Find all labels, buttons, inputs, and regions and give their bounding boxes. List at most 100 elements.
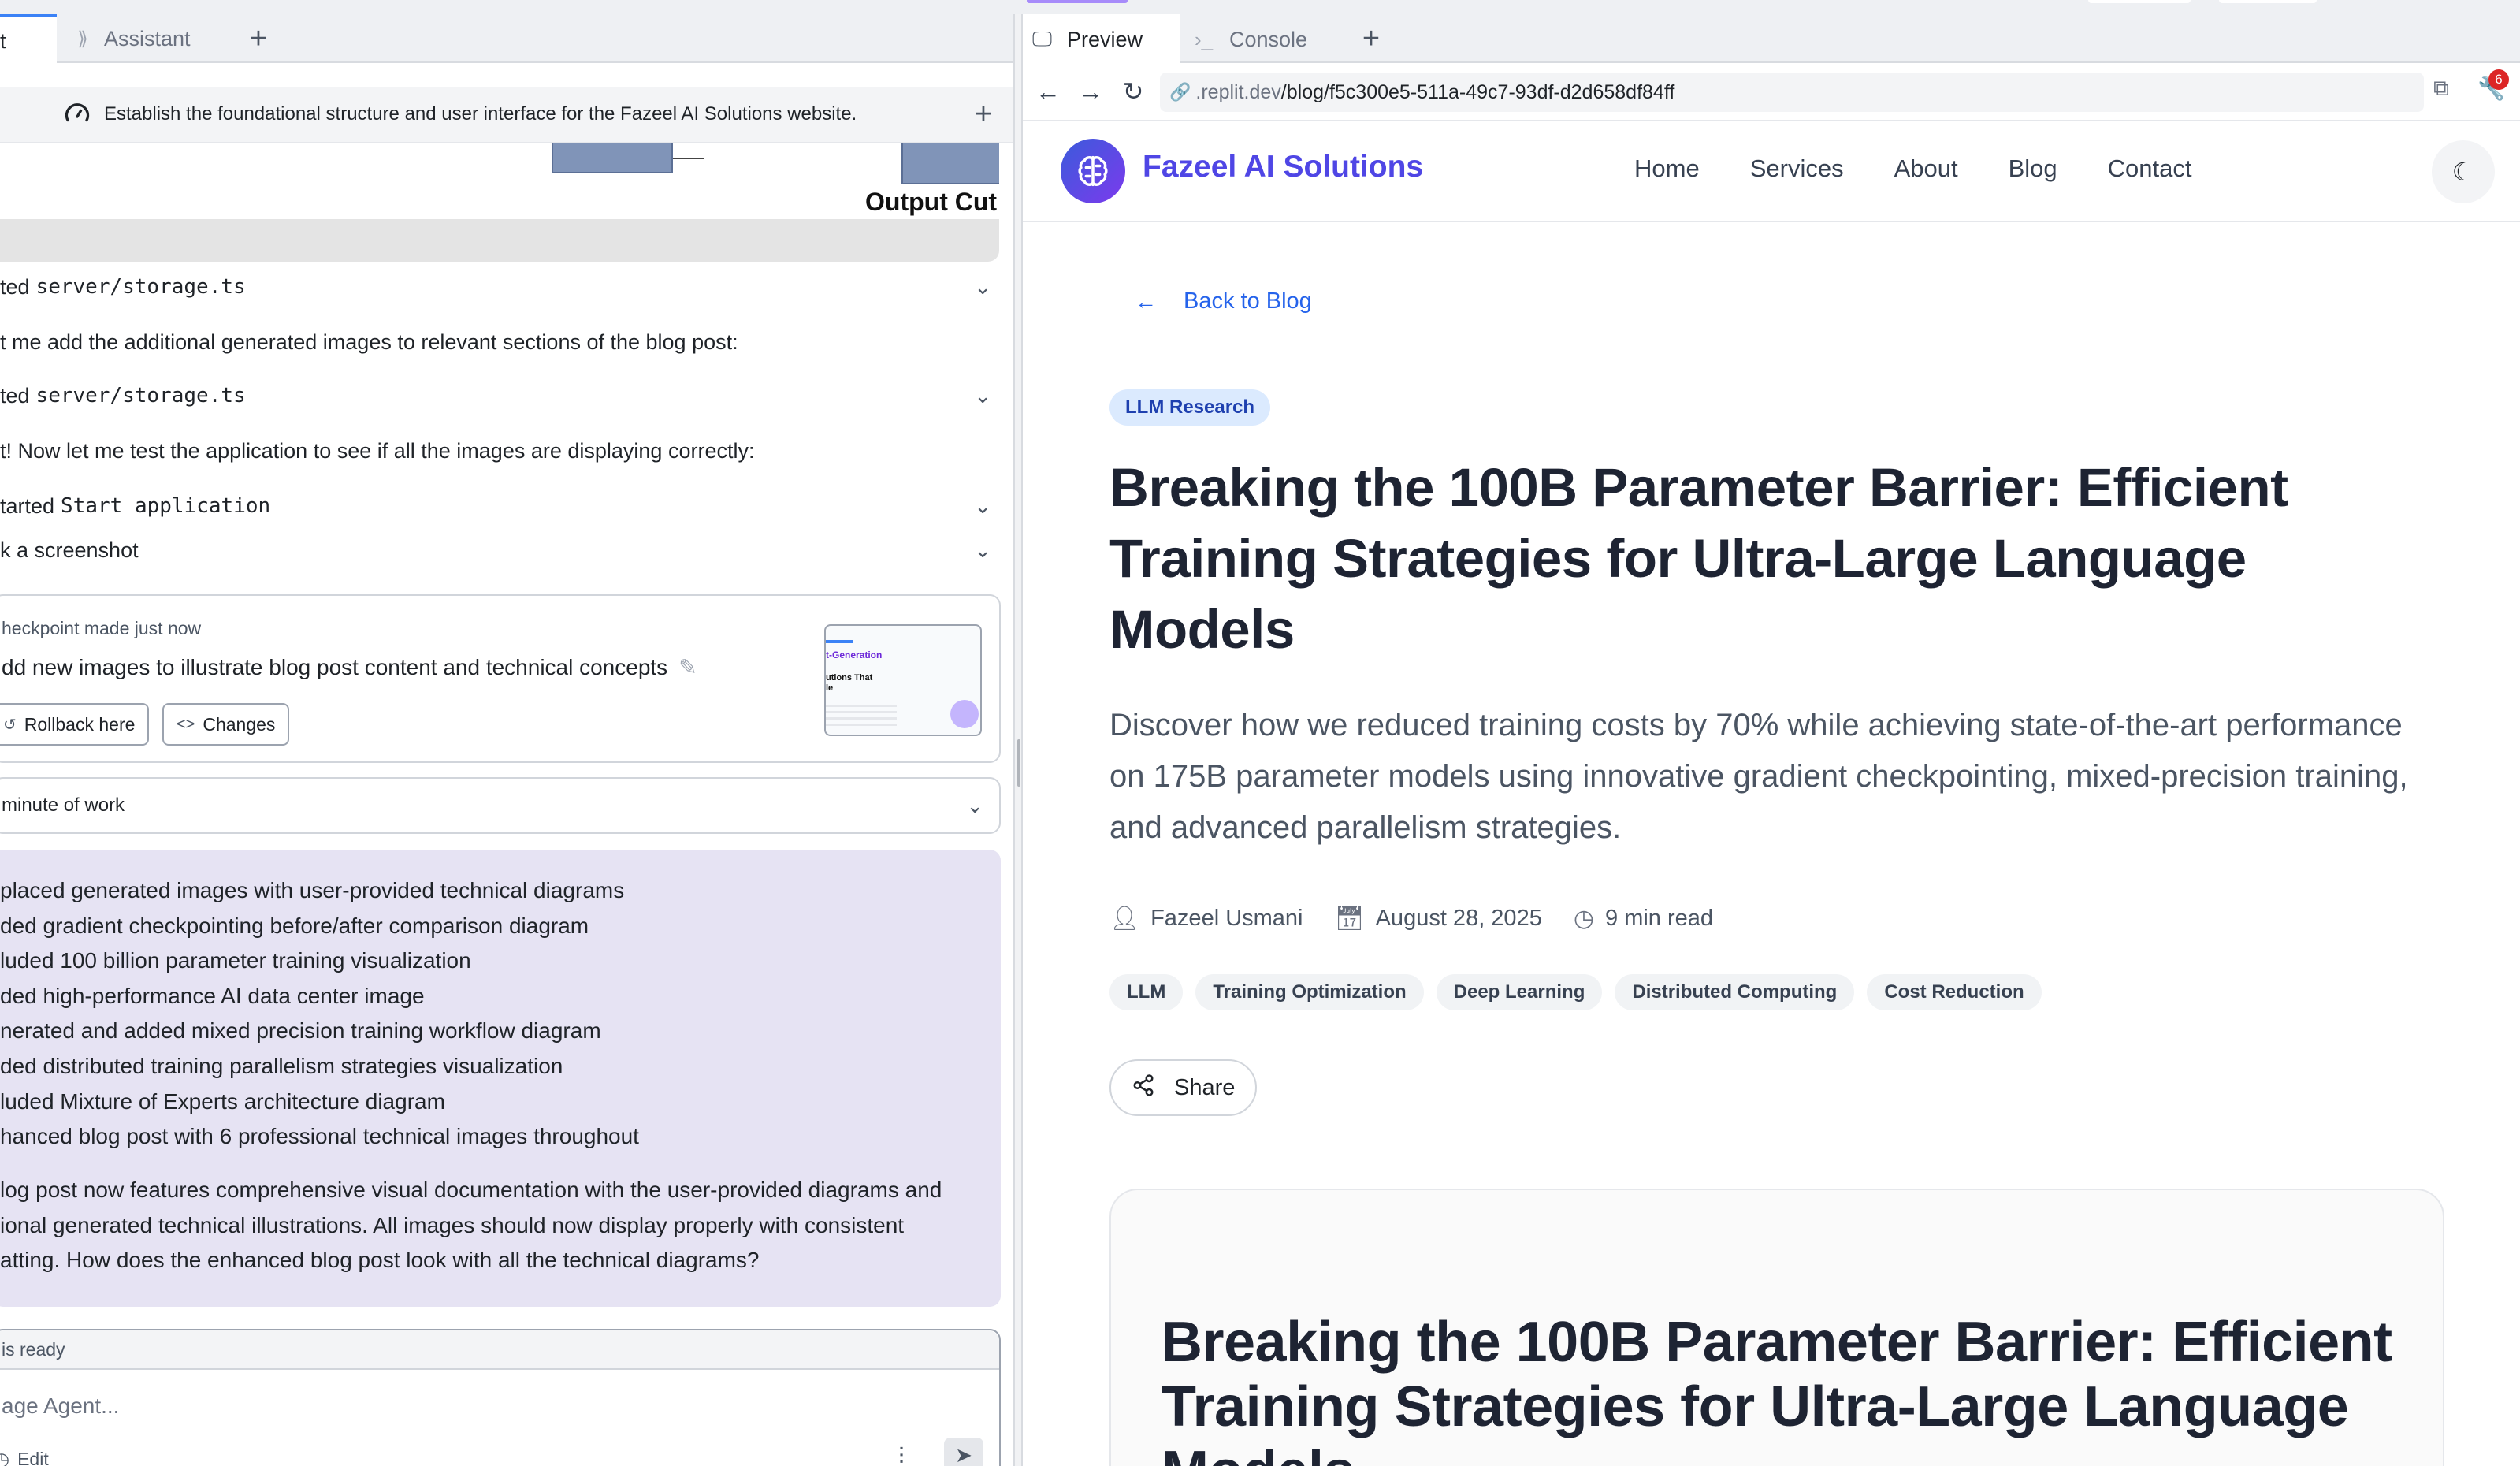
tab-console[interactable]: ›_ Console xyxy=(1185,14,1347,65)
add-tab-button[interactable]: + xyxy=(236,14,281,63)
back-to-blog-link[interactable]: ← Back to Blog xyxy=(1135,288,1312,314)
rollback-label: Rollback here xyxy=(24,713,136,735)
diagram-box xyxy=(901,143,999,184)
post-meta: 👤︎ Fazeel Usmani 📅︎ August 28, 2025 ◷ 9 … xyxy=(1109,905,1713,932)
diagram-arrow xyxy=(673,158,704,159)
step-code: Start application xyxy=(61,494,271,518)
task-add-button[interactable]: + xyxy=(966,98,1001,132)
article-content-card: Breaking the 100B Parameter Barrier: Eff… xyxy=(1109,1189,2444,1466)
nav-contact[interactable]: Contact xyxy=(2108,154,2192,183)
arrow-left-icon: ← xyxy=(1135,288,1157,314)
post-subtitle: Discover how we reduced training costs b… xyxy=(1109,708,2408,845)
step-row[interactable]: ted server/storage.ts ⌄ xyxy=(0,268,999,306)
work-duration-row[interactable]: minute of work ⌄ xyxy=(0,777,1001,834)
chevron-down-icon[interactable]: ⌄ xyxy=(974,384,991,408)
back-label: Back to Blog xyxy=(1184,288,1312,314)
rollback-button[interactable]: ↺ Rollback here xyxy=(0,703,150,746)
preview-pane: 🖵 Preview ›_ Console + ← → ↻ 🔗 .replit.d… xyxy=(1023,14,2520,1466)
agent-status: is ready xyxy=(0,1330,999,1370)
thumb-subtitle: utions That le xyxy=(826,673,873,693)
tag[interactable]: Distributed Computing xyxy=(1615,974,1855,1010)
summary-item: hanced blog post with 6 professional tec… xyxy=(0,1124,639,1149)
tag[interactable]: LLM xyxy=(1109,974,1184,1010)
brain-logo-icon[interactable] xyxy=(1061,139,1125,203)
checkpoint-thumbnail[interactable]: t-Generation utions That le xyxy=(824,624,982,736)
summary-list: placed generated images with user-provid… xyxy=(0,873,639,1155)
step-row[interactable]: ted server/storage.ts ⌄ xyxy=(0,377,999,415)
thumb-bar xyxy=(826,640,853,643)
url-path: /blog/f5c300e5-511a-49c7-93df-d2d658df84… xyxy=(1280,80,1675,103)
step-code: server/storage.ts xyxy=(35,384,246,407)
tab-assistant[interactable]: ⟫ Assistant xyxy=(57,14,232,63)
site-header: Fazeel AI Solutions Home Services About … xyxy=(1023,123,2520,222)
thumb-lines xyxy=(826,705,897,728)
pane-splitter[interactable] xyxy=(1013,14,1023,1466)
checkpoint-card: heckpoint made just now dd new images to… xyxy=(0,594,1001,763)
tab-agent[interactable]: t xyxy=(0,14,57,65)
chevron-down-icon[interactable]: ⌄ xyxy=(966,794,983,818)
chevron-down-icon[interactable]: ⌄ xyxy=(974,275,991,300)
message-text: t! Now let me test the application to se… xyxy=(0,432,999,470)
step-row[interactable]: k a screenshot ⌄ xyxy=(0,531,999,569)
chevron-down-icon[interactable]: ⌄ xyxy=(974,538,991,563)
summary-item: luded Mixture of Experts architecture di… xyxy=(0,1088,445,1114)
summary-item: ded distributed training parallelism str… xyxy=(0,1053,563,1078)
tag-list: LLM Training Optimization Deep Learning … xyxy=(1109,974,2042,1010)
nav-blog[interactable]: Blog xyxy=(2009,154,2057,183)
chevron-down-icon[interactable]: ⌄ xyxy=(974,494,991,519)
tab-label: Console xyxy=(1229,27,1308,51)
site-brand[interactable]: Fazeel AI Solutions xyxy=(1143,150,1423,184)
clock-icon: ◷ xyxy=(1573,906,1595,932)
summary-item: nerated and added mixed precision traini… xyxy=(0,1018,601,1044)
article-heading: Breaking the 100B Parameter Barrier: Eff… xyxy=(1162,1311,2392,1466)
send-button[interactable]: ➤ xyxy=(944,1438,983,1466)
splitter-grip[interactable] xyxy=(1017,739,1020,787)
category-badge: LLM Research xyxy=(1109,389,1271,426)
tag[interactable]: Cost Reduction xyxy=(1867,974,2042,1010)
top-button-stub[interactable] xyxy=(2219,0,2317,3)
nav-services[interactable]: Services xyxy=(1750,154,1844,183)
send-icon: ➤ xyxy=(955,1442,972,1466)
tag[interactable]: Deep Learning xyxy=(1436,974,1603,1010)
pencil-icon[interactable]: ✎ xyxy=(678,654,697,680)
step-text: ted xyxy=(0,274,30,299)
task-bar: Establish the foundational structure and… xyxy=(0,87,1013,143)
checkpoint-title: dd new images to illustrate blog post co… xyxy=(2,654,668,679)
add-tab-button[interactable]: + xyxy=(1349,14,1393,63)
calendar-icon: 📅︎ xyxy=(1334,906,1365,932)
share-button[interactable]: Share xyxy=(1109,1059,1258,1116)
message-input[interactable]: age Agent... xyxy=(2,1393,119,1419)
edit-mode-toggle[interactable]: ◷ Edit xyxy=(0,1449,49,1466)
nav-about[interactable]: About xyxy=(1894,154,1958,183)
summary-paragraph: log post now features comprehensive visu… xyxy=(0,1173,985,1278)
message-line: t! Now let me test the application to se… xyxy=(0,438,755,463)
reload-icon[interactable]: ↻ xyxy=(1116,74,1150,109)
back-arrow-icon[interactable]: ← xyxy=(1031,74,1065,109)
url-field[interactable]: 🔗 .replit.dev /blog/f5c300e5-511a-49c7-9… xyxy=(1160,73,2424,112)
task-text: Establish the foundational structure and… xyxy=(104,103,857,125)
tab-preview[interactable]: 🖵 Preview xyxy=(1023,14,1180,65)
step-text: ted xyxy=(0,383,30,407)
changes-button[interactable]: <> Changes xyxy=(162,703,290,746)
devices-icon[interactable]: ⧉ xyxy=(2433,76,2449,102)
message-text: t me add the additional generated images… xyxy=(0,323,999,361)
step-text: k a screenshot xyxy=(0,538,139,562)
forward-arrow-icon[interactable]: → xyxy=(1073,74,1108,109)
tag[interactable]: Training Optimization xyxy=(1195,974,1424,1010)
agent-summary: placed generated images with user-provid… xyxy=(0,850,1001,1307)
devtools-icon[interactable]: 🔧 6 xyxy=(2477,69,2509,102)
history-icon: ↺ xyxy=(3,716,17,734)
active-indicator xyxy=(1027,0,1128,3)
step-row[interactable]: tarted Start application ⌄ xyxy=(0,487,999,525)
url-domain: .replit.dev xyxy=(1195,80,1281,103)
diagram-caption: Output Cut xyxy=(865,188,998,216)
top-button-stub[interactable] xyxy=(2088,0,2191,3)
theme-toggle[interactable]: ☾ xyxy=(2432,140,2495,203)
post-title: Breaking the 100B Parameter Barrier: Eff… xyxy=(1109,457,2288,660)
checkpoint-meta: heckpoint made just now xyxy=(2,618,202,638)
share-icon xyxy=(1132,1073,1155,1103)
sliders-icon[interactable]: ⫶ xyxy=(898,1444,905,1466)
post-date: August 28, 2025 xyxy=(1375,906,1542,931)
tab-label: Preview xyxy=(1067,27,1143,51)
nav-home[interactable]: Home xyxy=(1634,154,1700,183)
